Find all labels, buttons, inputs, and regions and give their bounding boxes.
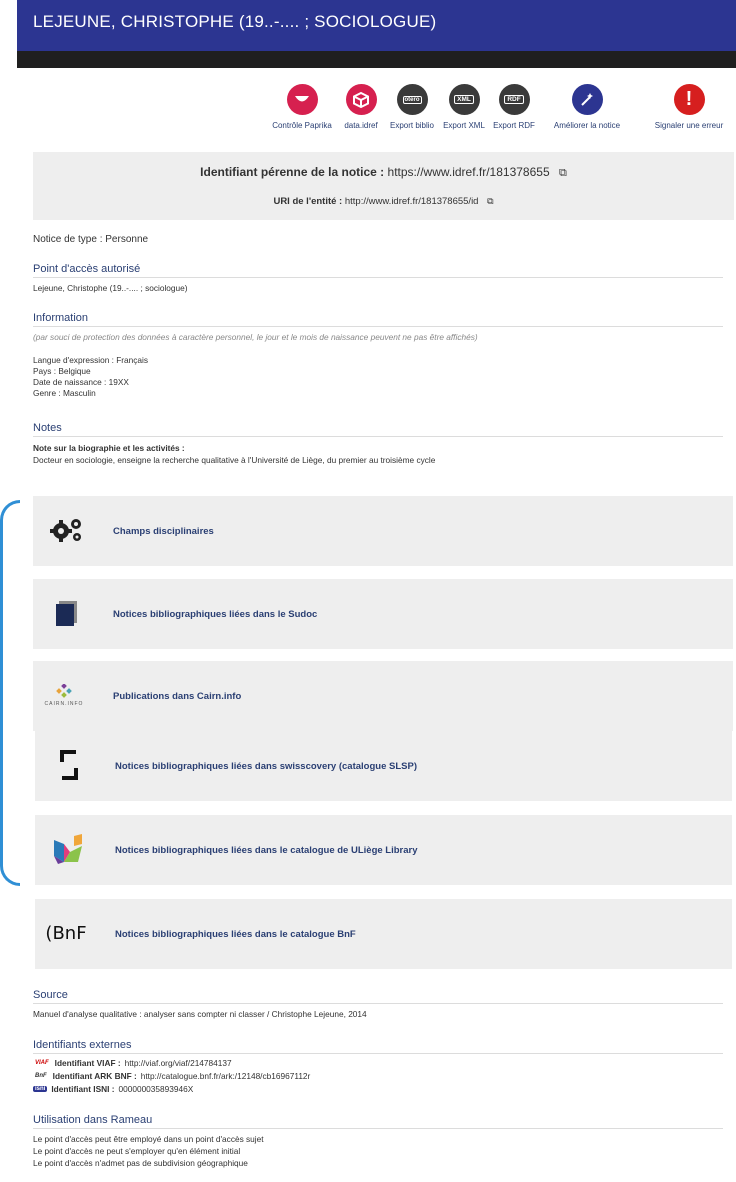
sudoc-book-icon [47, 595, 87, 631]
panel-sudoc[interactable]: Notices bibliographiques liées dans le S… [33, 579, 733, 649]
identifier-value[interactable]: https://www.idref.fr/181378655 [388, 165, 550, 179]
section-title-external-ids: Identifiants externes [33, 1039, 132, 1051]
panel-cairn-label: Publications dans Cairn.info [113, 691, 242, 702]
page-title: LEJEUNE, CHRISTOPHE (19..-.... ; SOCIOLO… [33, 12, 437, 31]
report-error-button[interactable]: ! Signaler une erreur [646, 84, 732, 130]
notice-type-value: Personne [105, 234, 149, 245]
data-cube-icon [345, 84, 377, 115]
xml-icon: XML [448, 84, 480, 115]
report-error-label: Signaler une erreur [654, 121, 724, 130]
section-title-source: Source [33, 989, 68, 1001]
panel-swisscovery-label: Notices bibliographiques liées dans swis… [115, 761, 417, 772]
divider [33, 1128, 723, 1129]
info-gender: Genre : Masculin [33, 388, 96, 398]
viaf-link[interactable]: http://viaf.org/viaf/214784137 [125, 1058, 232, 1068]
export-rdf-button[interactable]: RDF Export RDF [490, 84, 538, 130]
isni-value: 000000035893946X [118, 1084, 194, 1094]
swisscovery-logo-icon [49, 747, 89, 783]
paprika-button[interactable]: Contrôle Paprika [268, 84, 336, 130]
gears-icon [47, 512, 87, 548]
divider [33, 277, 723, 278]
paprika-label: Contrôle Paprika [272, 121, 332, 130]
panel-disciplines[interactable]: Champs disciplinaires [33, 496, 733, 566]
uri-label: URI de l'entité : [273, 196, 343, 207]
export-rdf-label: Export RDF [493, 121, 535, 130]
uliege-logo-icon [49, 831, 89, 867]
perennial-identifier: Identifiant pérenne de la notice : https… [33, 165, 734, 180]
notes-text: Docteur en sociologie, enseigne la reche… [33, 455, 436, 465]
copy-icon[interactable]: ⧉ [559, 167, 567, 180]
dark-nav-bar [17, 51, 736, 68]
notice-type: Notice de type : Personne [33, 234, 148, 245]
data-idref-label: data.idref [344, 121, 378, 130]
info-country: Pays : Belgique [33, 366, 91, 376]
identifier-label: Identifiant pérenne de la notice : [200, 165, 385, 179]
bnf-icon: BnF [35, 1073, 47, 1079]
panel-disciplines-label: Champs disciplinaires [113, 526, 214, 537]
export-xml-label: Export XML [443, 121, 485, 130]
identifier-box: Identifiant pérenne de la notice : https… [33, 152, 734, 220]
panel-uliege[interactable]: Notices bibliographiques liées dans le c… [35, 815, 732, 885]
section-title-information: Information [33, 312, 89, 324]
magic-wand-icon [571, 84, 603, 115]
bnf-label: Identifiant ARK BNF : [52, 1071, 137, 1081]
panel-sudoc-label: Notices bibliographiques liées dans le S… [113, 609, 318, 620]
external-id-isni: isni Identifiant ISNI : 000000035893946X [33, 1084, 193, 1094]
isni-icon: isni [33, 1086, 48, 1092]
cairn-logo-icon: CAIRN.INFO [39, 677, 89, 713]
viaf-icon: VIAF [35, 1060, 49, 1066]
entity-uri: URI de l'entité : http://www.idref.fr/18… [33, 196, 734, 207]
title-bar: LEJEUNE, CHRISTOPHE (19..-.... ; SOCIOLO… [17, 0, 736, 51]
improve-notice-label: Améliorer la notice [553, 121, 621, 130]
access-point-value: Lejeune, Christophe (19..-.... ; sociolo… [33, 283, 188, 293]
rameau-rule: Le point d'accès n'admet pas de subdivis… [33, 1158, 248, 1168]
source-text: Manuel d'analyse qualitative : analyser … [33, 1009, 367, 1019]
panel-bnf-label: Notices bibliographiques liées dans le c… [115, 929, 356, 940]
privacy-note: (par souci de protection des données à c… [33, 332, 478, 342]
bnf-logo-icon: (BnF [41, 915, 91, 951]
info-birth-date: Date de naissance : 19XX [33, 377, 129, 387]
divider [33, 1053, 723, 1054]
external-id-viaf: VIAF Identifiant VIAF : http://viaf.org/… [33, 1058, 232, 1068]
notes-subtitle: Note sur la biographie et les activités … [33, 443, 185, 453]
rameau-rule: Le point d'accès peut être employé dans … [33, 1134, 264, 1144]
action-toolbar: Contrôle Paprika data.idref otero Export… [268, 84, 736, 140]
external-id-bnf: BnF Identifiant ARK BNF : http://catalog… [33, 1071, 310, 1081]
panel-uliege-label: Notices bibliographiques liées dans le c… [115, 845, 418, 856]
selection-bracket [0, 500, 20, 886]
divider [33, 326, 723, 327]
zotero-icon: otero [396, 84, 428, 115]
bnf-logo-text: (BnF [45, 922, 87, 944]
cairn-logo-text: CAIRN.INFO [44, 700, 84, 707]
divider [33, 1003, 723, 1004]
section-title-access-point: Point d'accès autorisé [33, 263, 141, 275]
paprika-smile-icon [286, 84, 318, 115]
info-language: Langue d'expression : Français [33, 355, 149, 365]
notice-type-label: Notice de type : [33, 234, 103, 245]
improve-notice-button[interactable]: Améliorer la notice [540, 84, 634, 130]
panel-swisscovery[interactable]: Notices bibliographiques liées dans swis… [35, 731, 732, 801]
copy-uri-icon[interactable]: ⧉ [487, 196, 493, 207]
panel-cairn[interactable]: CAIRN.INFO Publications dans Cairn.info [33, 661, 733, 731]
panel-bnf[interactable]: (BnF Notices bibliographiques liées dans… [35, 899, 732, 969]
viaf-label: Identifiant VIAF : [54, 1058, 121, 1068]
divider [33, 436, 723, 437]
exclamation-icon: ! [673, 84, 705, 115]
export-biblio-button[interactable]: otero Export biblio [386, 84, 438, 130]
section-title-rameau: Utilisation dans Rameau [33, 1114, 153, 1126]
export-biblio-label: Export biblio [389, 121, 435, 130]
rameau-rule: Le point d'accès ne peut s'employer qu'e… [33, 1146, 241, 1156]
uri-value[interactable]: http://www.idref.fr/181378655/id [345, 196, 479, 207]
section-title-notes: Notes [33, 422, 62, 434]
isni-label: Identifiant ISNI : [51, 1084, 115, 1094]
data-idref-button[interactable]: data.idref [338, 84, 384, 130]
bnf-link[interactable]: http://catalogue.bnf.fr/ark:/12148/cb169… [141, 1071, 311, 1081]
export-xml-button[interactable]: XML Export XML [440, 84, 488, 130]
rdf-icon: RDF [498, 84, 530, 115]
